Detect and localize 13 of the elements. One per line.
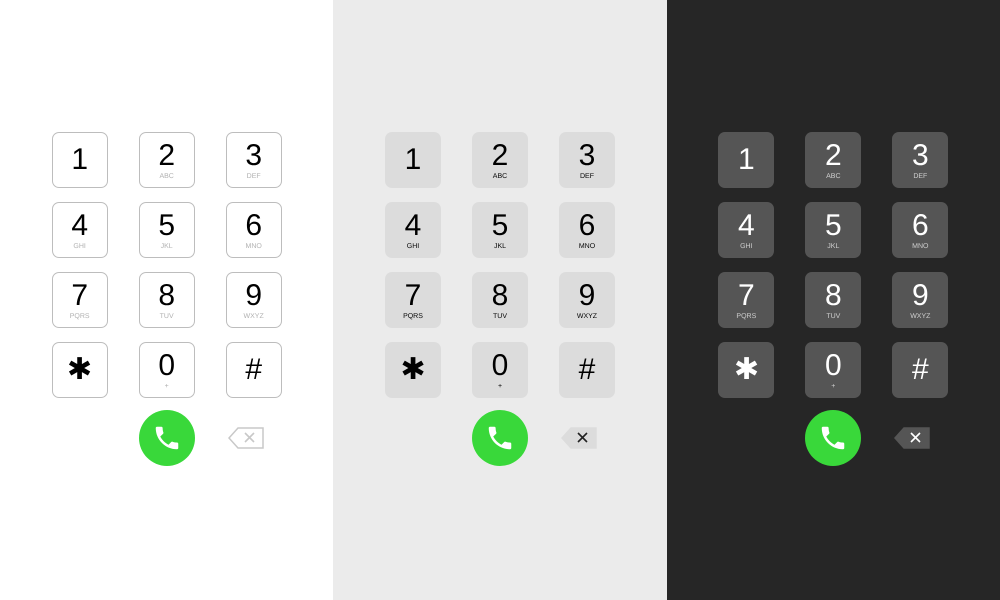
- keypad-key[interactable]: ✱: [52, 342, 108, 398]
- backspace-icon: [228, 427, 264, 449]
- keypad-key[interactable]: #: [558, 342, 615, 398]
- keypad-key[interactable]: #: [226, 342, 282, 398]
- backspace-icon: [894, 427, 930, 449]
- keypad-key[interactable]: 1: [52, 132, 108, 188]
- keypad-key[interactable]: ✱: [718, 342, 774, 398]
- backspace-icon: [560, 427, 597, 449]
- keypad-key[interactable]: 1: [718, 132, 774, 188]
- keypad-key[interactable]: ✱: [384, 342, 441, 398]
- keypad-key[interactable]: 1: [384, 132, 441, 188]
- backspace-button[interactable]: [894, 427, 930, 449]
- keypad-key[interactable]: #: [892, 342, 948, 398]
